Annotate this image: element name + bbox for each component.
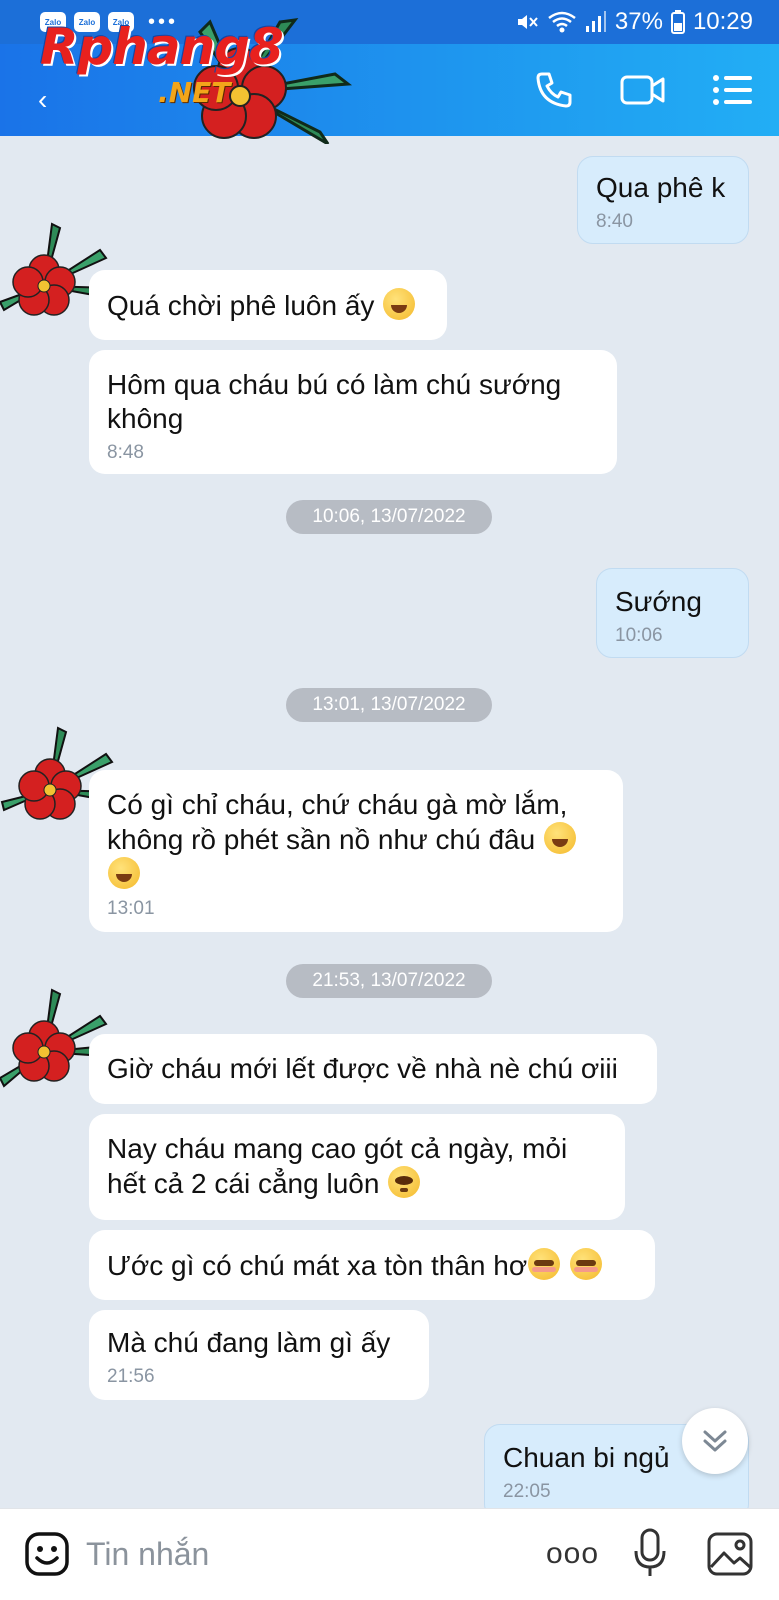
incoming-message[interactable]: Ước gì có chú mát xa tòn thân hơ bbox=[89, 1230, 655, 1300]
date-divider: 10:06, 13/07/2022 bbox=[286, 500, 492, 534]
message-time: 8:48 bbox=[107, 442, 144, 463]
more-options-button[interactable]: ooo bbox=[546, 1537, 599, 1571]
message-text: Giờ cháu mới lết được về nhà nè chú ơiii bbox=[107, 1053, 618, 1084]
wifi-icon bbox=[548, 11, 576, 33]
message-text: Hôm qua cháu bú có làm chú sướng không bbox=[107, 369, 562, 434]
date-divider: 13:01, 13/07/2022 bbox=[286, 688, 492, 722]
message-input-bar: ooo bbox=[0, 1508, 779, 1600]
message-text: Nay cháu mang cao gót cả ngày, mỏi hết c… bbox=[107, 1133, 568, 1199]
double-chevron-down-icon bbox=[703, 1430, 727, 1452]
message-text: Mà chú đang làm gì ấy bbox=[107, 1327, 391, 1358]
sticker-icon[interactable] bbox=[24, 1531, 70, 1577]
blush-emoji bbox=[528, 1248, 561, 1280]
mute-icon bbox=[517, 15, 538, 29]
logo-subtext: .NET bbox=[158, 76, 231, 109]
message-text: Sướng bbox=[615, 586, 702, 617]
message-input[interactable] bbox=[86, 1531, 506, 1577]
message-time: 22:05 bbox=[503, 1481, 551, 1502]
outgoing-message[interactable]: Sướng 10:06 bbox=[596, 568, 749, 658]
blush-emoji bbox=[569, 1248, 602, 1280]
message-time: 10:06 bbox=[615, 625, 663, 646]
incoming-message[interactable]: Hôm qua cháu bú có làm chú sướng không 8… bbox=[89, 350, 617, 474]
signal-icon bbox=[585, 11, 606, 32]
message-time: 21:56 bbox=[107, 1366, 155, 1387]
message-text: Ước gì có chú mát xa tòn thân hơ bbox=[107, 1250, 528, 1281]
chat-thread: Qua phê k 8:40 Quá chời phê luôn ấy Hôm … bbox=[0, 136, 779, 1520]
incoming-message[interactable]: Quá chời phê luôn ấy bbox=[89, 270, 447, 340]
message-text: Qua phê k bbox=[596, 172, 726, 203]
microphone-icon[interactable] bbox=[632, 1527, 668, 1579]
message-text: Quá chời phê luôn ấy bbox=[107, 290, 375, 321]
menu-list-icon[interactable] bbox=[712, 70, 754, 110]
phone-call-icon[interactable] bbox=[534, 70, 574, 110]
incoming-message[interactable]: Giờ cháu mới lết được về nhà nè chú ơiii bbox=[89, 1034, 657, 1104]
scroll-to-bottom-button[interactable] bbox=[682, 1408, 748, 1474]
message-time: 13:01 bbox=[107, 898, 155, 919]
incoming-message[interactable]: Nay cháu mang cao gót cả ngày, mỏi hết c… bbox=[89, 1114, 625, 1220]
watermark-logo: Rphang8 .NET bbox=[40, 14, 370, 144]
message-text: Có gì chỉ cháu, chứ cháu gà mờ lắm, khôn… bbox=[107, 789, 568, 855]
laughing-emoji bbox=[108, 857, 140, 889]
incoming-message[interactable]: Mà chú đang làm gì ấy 21:56 bbox=[89, 1310, 429, 1400]
sweat-smile-emoji bbox=[383, 288, 416, 320]
pleading-emoji bbox=[388, 1166, 421, 1198]
system-status: 37% 10:29 bbox=[515, 8, 753, 36]
laughing-emoji bbox=[543, 822, 576, 854]
logo-text: Rphang8 bbox=[40, 18, 284, 76]
clock: 10:29 bbox=[692, 8, 753, 35]
date-divider: 21:53, 13/07/2022 bbox=[286, 964, 492, 998]
outgoing-message[interactable]: Qua phê k 8:40 bbox=[577, 156, 749, 244]
message-time: 8:40 bbox=[596, 211, 633, 232]
incoming-message[interactable]: Có gì chỉ cháu, chứ cháu gà mờ lắm, khôn… bbox=[89, 770, 623, 932]
image-gallery-icon[interactable] bbox=[706, 1531, 754, 1577]
battery-icon bbox=[670, 10, 685, 34]
video-call-icon[interactable] bbox=[619, 70, 667, 110]
battery-percent: 37% bbox=[614, 8, 663, 35]
